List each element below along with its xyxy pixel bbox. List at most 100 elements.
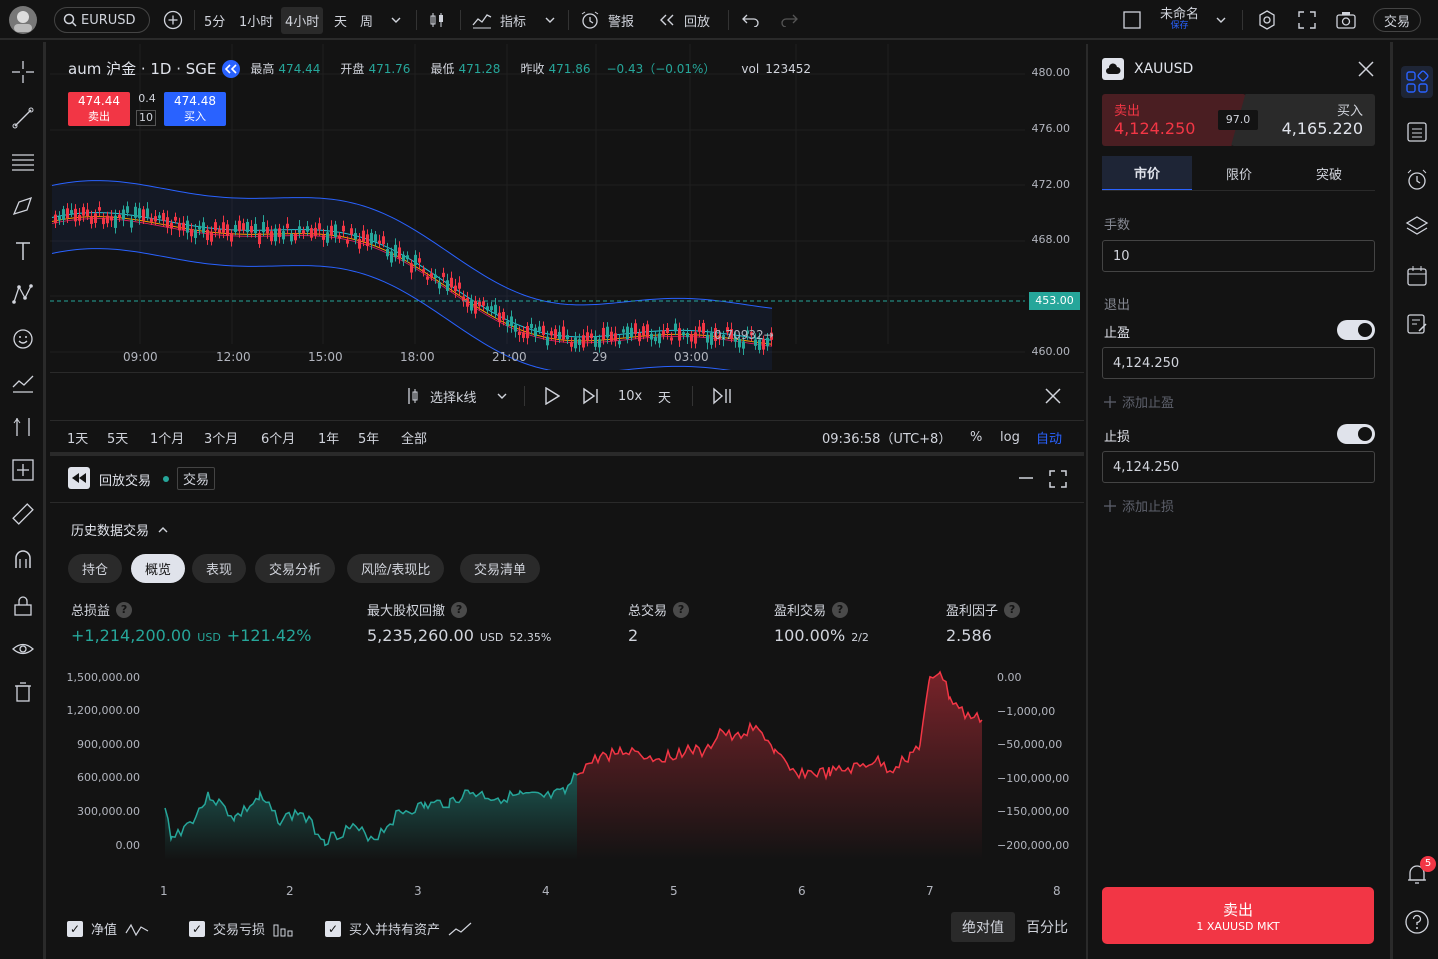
help-icon[interactable]: ? (451, 601, 468, 618)
interval-dropdown[interactable] (390, 0, 402, 40)
quick-buy-button[interactable]: 474.48 买入 (164, 92, 226, 126)
range-6m[interactable]: 6个月 (261, 421, 295, 453)
lock-tool[interactable] (9, 592, 37, 620)
range-1m[interactable]: 1个月 (150, 421, 184, 453)
visibility-tool[interactable] (9, 635, 37, 663)
alerts-button[interactable] (1401, 164, 1433, 196)
select-bar-button[interactable]: 选择k线 (406, 373, 477, 419)
check-trade-loss[interactable]: ✓ 交易亏损 (189, 919, 293, 938)
symbol-search[interactable]: EURUSD (54, 7, 150, 33)
emoji-tool[interactable] (9, 325, 37, 353)
qty-input[interactable]: 10 (1102, 240, 1375, 272)
delete-tool[interactable] (9, 678, 37, 706)
interval-day[interactable]: 天 (334, 0, 347, 40)
legend-symbol[interactable]: aum 沪金 · 1D · SGE (68, 58, 216, 79)
interval-5m[interactable]: 5分 (204, 0, 225, 40)
add-take-profit-button[interactable]: 添加止盈 (1104, 392, 1174, 411)
undo-button[interactable] (742, 0, 760, 40)
panel-trade-tab[interactable]: 交易 (177, 467, 216, 490)
notes-button[interactable] (1401, 308, 1433, 340)
order-tab-stop[interactable]: 突破 (1284, 156, 1374, 191)
measure-tool[interactable] (9, 413, 37, 441)
interval-4h[interactable]: 4小时 (281, 6, 324, 34)
log-scale-button[interactable]: log (1000, 421, 1020, 453)
mode-percent-button[interactable]: 百分比 (1026, 912, 1068, 942)
trade-button[interactable]: 交易 (1373, 8, 1422, 32)
step-interval-button[interactable]: 天 (658, 373, 671, 419)
quick-sell-button[interactable]: 474.44 卖出 (68, 92, 130, 126)
range-1y[interactable]: 1年 (318, 421, 339, 453)
alert-button[interactable]: 警报 (580, 0, 634, 40)
help-icon[interactable]: ? (832, 601, 849, 618)
add-stop-loss-button[interactable]: 添加止损 (1104, 496, 1174, 515)
ruler-tool[interactable] (9, 500, 37, 528)
magnet-tool[interactable] (9, 546, 37, 574)
timezone-button[interactable]: 09:36:58（UTC+8） (822, 421, 951, 453)
submit-sell-button[interactable]: 卖出 1 XAUUSD MKT (1102, 887, 1374, 944)
indicators-button[interactable]: 指标 (472, 0, 526, 40)
order-tab-limit[interactable]: 限价 (1194, 156, 1284, 191)
check-buy-hold[interactable]: ✓ 买入并持有资产 (325, 919, 472, 938)
maximize-panel-button[interactable] (1049, 470, 1067, 492)
close-replay-button[interactable] (1044, 373, 1062, 419)
take-profit-input[interactable]: 4,124.250 (1102, 347, 1375, 379)
user-avatar[interactable] (8, 0, 38, 40)
interval-1h[interactable]: 1小时 (239, 0, 273, 40)
brush-tool[interactable] (9, 192, 37, 220)
price-chart[interactable]: aum 沪金 · 1D · SGE 最高 474.44 开盘 471.76 最低… (50, 44, 1084, 370)
tab-trade-analysis[interactable]: 交易分析 (255, 554, 336, 583)
notifications-button[interactable]: 5 (1401, 856, 1436, 890)
chart-type-button[interactable] (428, 0, 446, 40)
auto-scale-button[interactable]: 自动 (1036, 421, 1062, 453)
replay-button[interactable]: 回放 (658, 0, 710, 40)
history-section-toggle[interactable]: 历史数据交易 (71, 520, 169, 539)
forecast-tool[interactable] (9, 369, 37, 397)
layout-toggle[interactable] (1122, 0, 1142, 40)
tab-trade-list[interactable]: 交易清单 (460, 554, 541, 583)
range-5y[interactable]: 5年 (358, 421, 379, 453)
range-3m[interactable]: 3个月 (204, 421, 238, 453)
tab-risk-ratio[interactable]: 风险/表现比 (347, 554, 445, 583)
layers-button[interactable] (1401, 210, 1433, 242)
indicators-dropdown[interactable] (544, 0, 556, 40)
range-1d[interactable]: 1天 (67, 421, 88, 453)
close-order-panel-button[interactable] (1357, 60, 1375, 82)
help-icon[interactable]: ? (116, 601, 133, 618)
stop-loss-toggle[interactable] (1337, 424, 1375, 444)
range-all[interactable]: 全部 (401, 421, 427, 453)
trading-panel-button[interactable] (1401, 66, 1433, 98)
jump-realtime-button[interactable] (712, 373, 732, 419)
play-button[interactable] (544, 373, 560, 419)
help-icon[interactable]: ? (1004, 601, 1021, 618)
range-5d[interactable]: 5天 (107, 421, 128, 453)
select-bar-dropdown[interactable] (496, 373, 508, 419)
price-axis[interactable]: 480.00 476.00 472.00 468.00 453.00 460.0… (1024, 44, 1084, 370)
equity-chart[interactable] (160, 660, 990, 860)
stop-loss-input[interactable]: 4,124.250 (1102, 451, 1375, 483)
layout-dropdown[interactable] (1215, 0, 1227, 40)
take-profit-toggle[interactable] (1337, 320, 1375, 340)
percent-scale-button[interactable]: % (970, 421, 982, 453)
calendar-button[interactable] (1401, 260, 1433, 292)
redo-button[interactable] (780, 0, 798, 40)
tab-performance[interactable]: 表现 (192, 554, 247, 583)
interval-week[interactable]: 周 (360, 0, 373, 40)
watchlist-button[interactable] (1401, 116, 1433, 148)
help-button[interactable] (1401, 906, 1433, 938)
add-symbol-button[interactable] (163, 0, 183, 40)
tab-overview[interactable]: 概览 (131, 554, 186, 583)
text-tool[interactable] (9, 237, 37, 265)
zoom-tool[interactable] (9, 456, 37, 484)
tab-positions[interactable]: 持仓 (68, 554, 123, 583)
pattern-tool[interactable] (9, 280, 37, 308)
fullscreen-button[interactable] (1297, 0, 1317, 40)
crosshair-tool[interactable] (9, 58, 37, 86)
step-forward-button[interactable] (582, 373, 600, 419)
screenshot-button[interactable] (1335, 0, 1357, 40)
quick-qty-input[interactable]: 10 (136, 110, 156, 126)
layout-name[interactable]: 未命名 保存 (1160, 0, 1199, 40)
trendline-tool[interactable] (9, 104, 37, 132)
order-tab-market[interactable]: 市价 (1102, 156, 1192, 191)
speed-button[interactable]: 10x (618, 373, 642, 419)
mode-absolute-button[interactable]: 绝对值 (951, 912, 1015, 942)
